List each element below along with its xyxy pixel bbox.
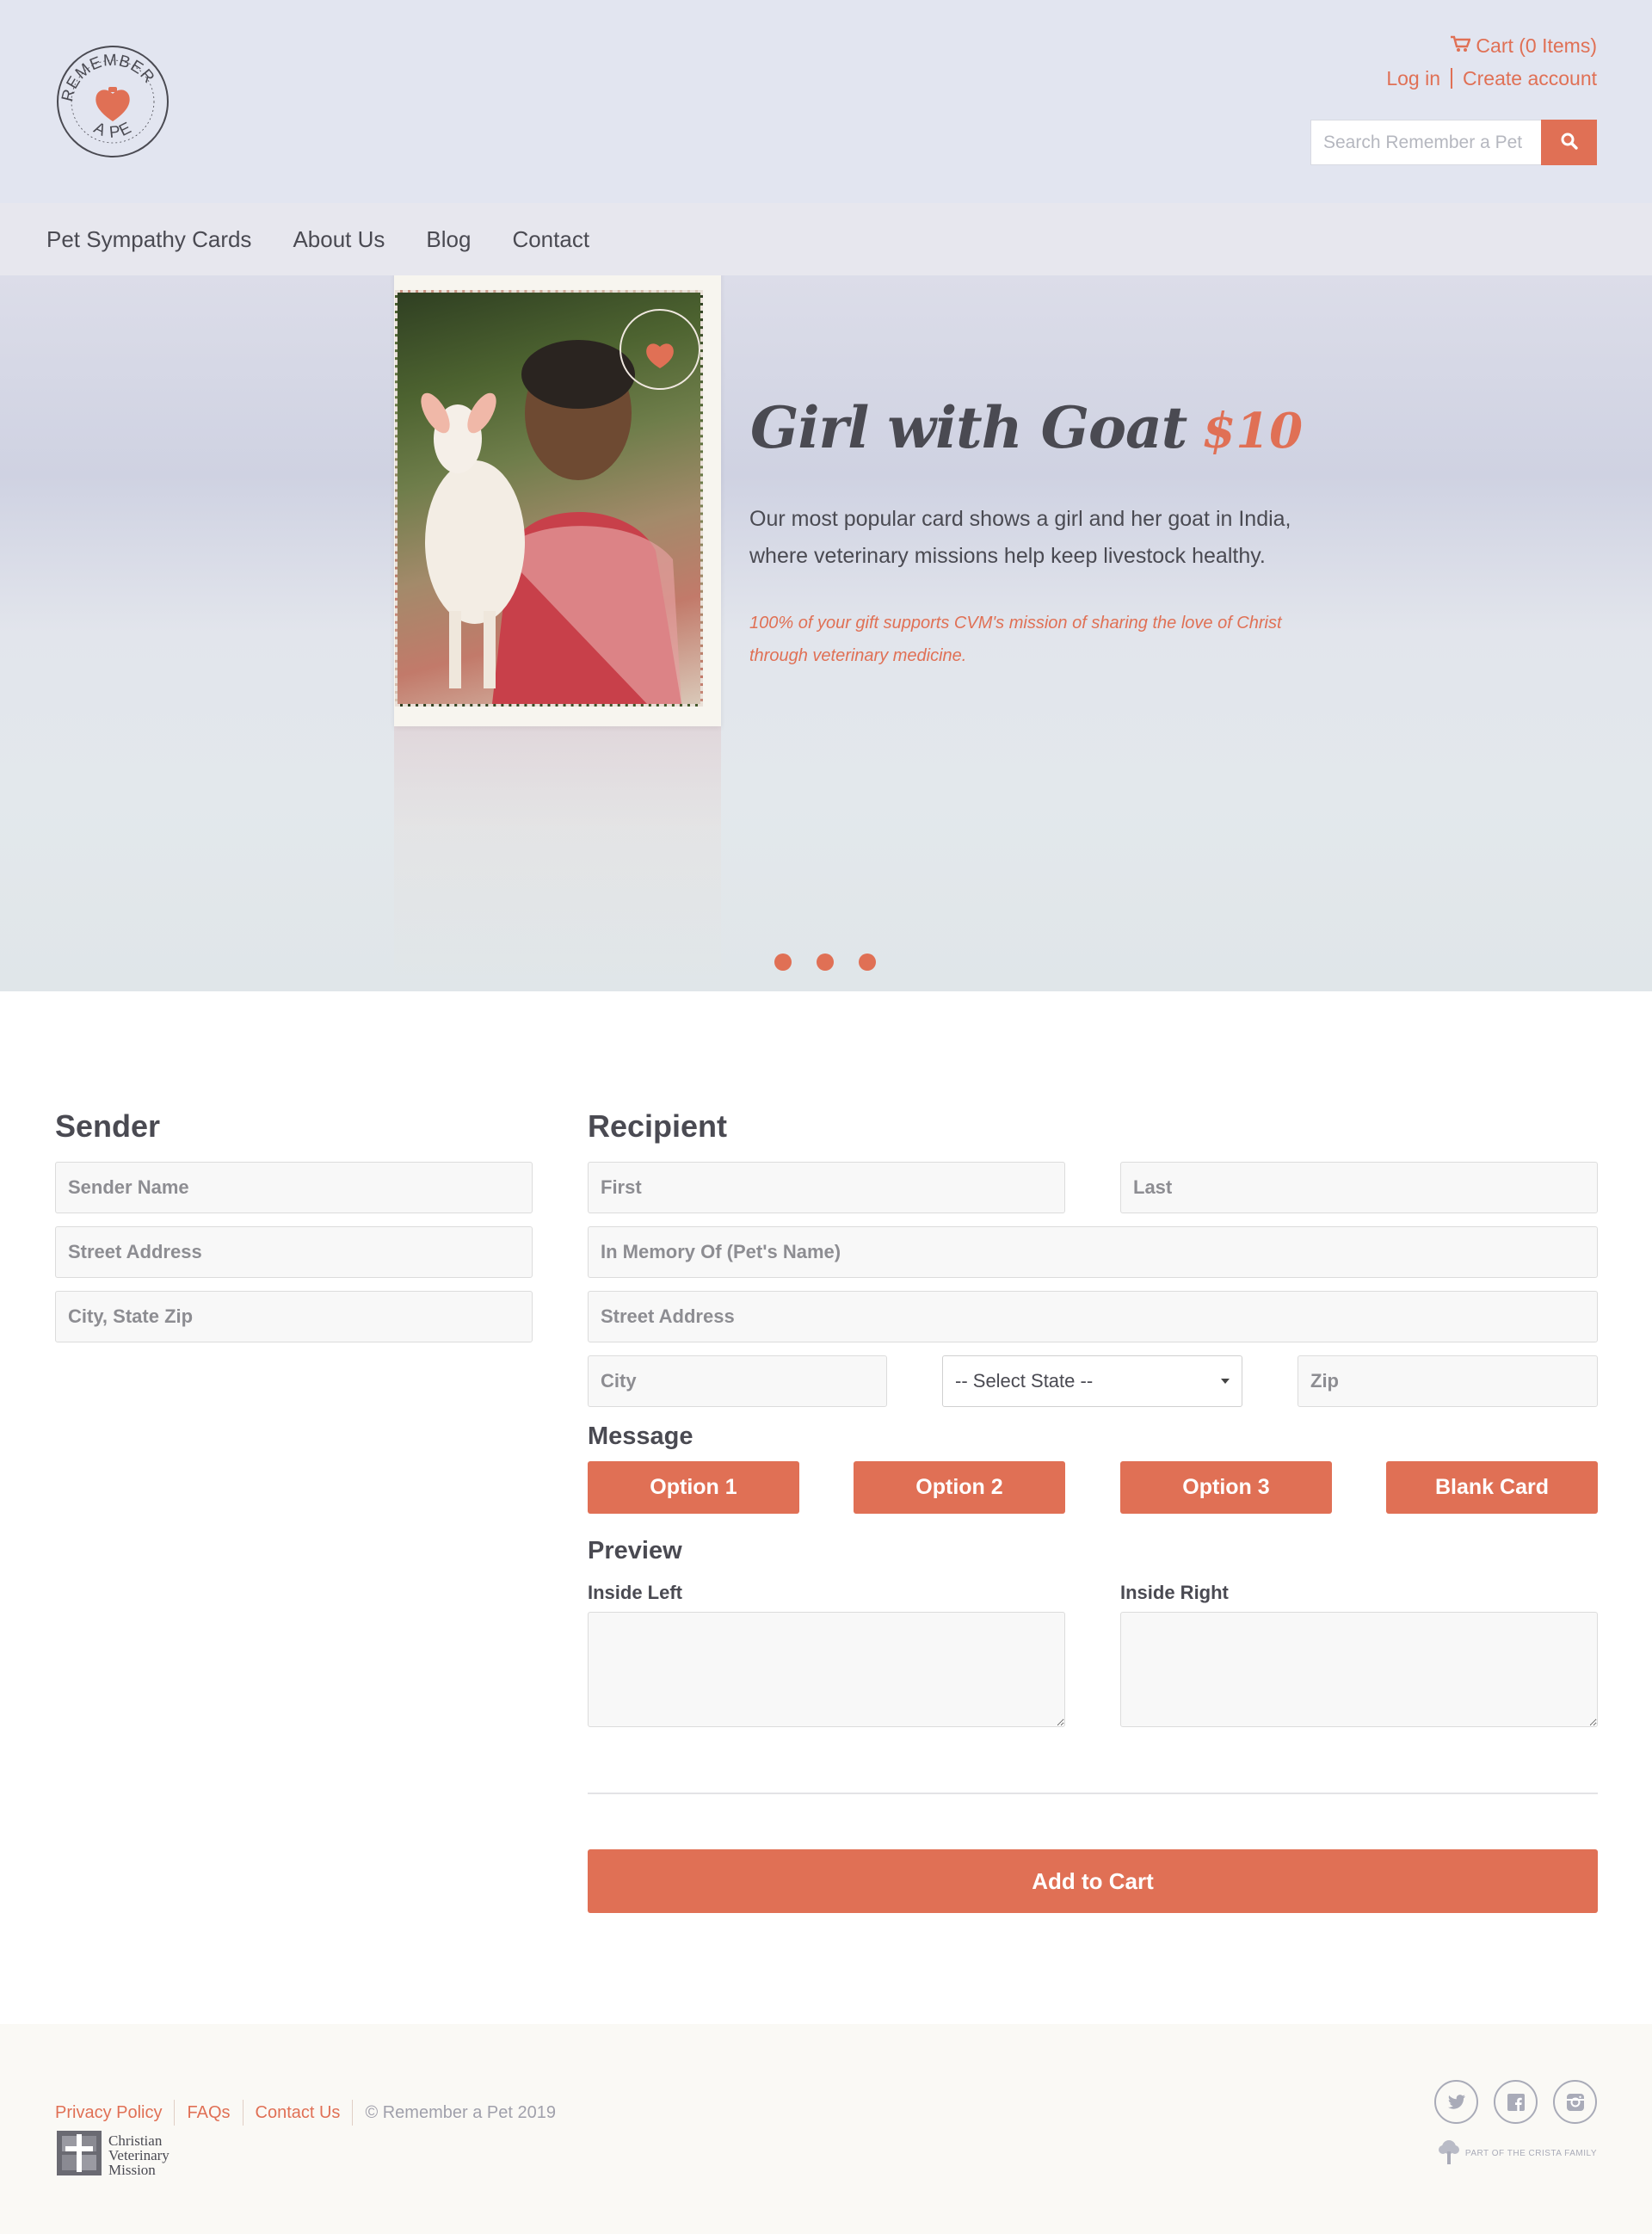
facebook-icon[interactable] (1494, 2080, 1538, 2124)
faqs-link[interactable]: FAQs (187, 2103, 230, 2123)
nav-item-blog[interactable]: Blog (426, 226, 471, 253)
girl-with-goat-illustration (421, 309, 700, 704)
message-option-2-button[interactable]: Option 2 (854, 1461, 1065, 1514)
carousel-dot-1[interactable] (774, 953, 792, 971)
remember-a-pet-logo[interactable]: REMEMBER A PET (49, 30, 170, 159)
cart-icon (1450, 29, 1472, 62)
nav-item-contact[interactable]: Contact (512, 226, 589, 253)
crista-tree-icon (1438, 2139, 1460, 2168)
site-footer: Privacy Policy FAQs Contact Us © Remembe… (0, 2024, 1652, 2234)
sender-street-field[interactable] (55, 1226, 533, 1278)
contact-us-link[interactable]: Contact Us (256, 2103, 341, 2123)
hero-description: Our most popular card shows a girl and h… (749, 507, 1291, 568)
cvm-emblem-icon (55, 2129, 103, 2182)
recipient-zip-field[interactable] (1298, 1355, 1598, 1407)
site-header: REMEMBER A PET Cart (0 Items) Log in Cre… (0, 0, 1652, 203)
create-account-link[interactable]: Create account (1463, 62, 1597, 95)
footer-separator (174, 2100, 176, 2126)
instagram-icon[interactable] (1553, 2080, 1597, 2124)
add-to-cart-button[interactable]: Add to Cart (588, 1849, 1598, 1913)
card-photo (395, 290, 703, 707)
footer-links: Privacy Policy FAQs Contact Us © Remembe… (55, 2100, 556, 2126)
search-icon (1560, 132, 1579, 153)
cvm-wordmark: Christian Veterinary Mission (108, 2132, 170, 2178)
sympathy-card[interactable] (394, 275, 721, 726)
message-heading: Message (588, 1422, 693, 1450)
crista-text: PART OF THE CRISTA FAMILY (1464, 2149, 1597, 2158)
privacy-policy-link[interactable]: Privacy Policy (55, 2103, 162, 2123)
message-option-1-button[interactable]: Option 1 (588, 1461, 799, 1514)
crista-family-badge[interactable]: PART OF THE CRISTA FAMILY (1438, 2139, 1597, 2168)
card-reflection (394, 726, 721, 991)
footer-separator (352, 2100, 354, 2126)
inside-right-label: Inside Right (1120, 1582, 1229, 1603)
copyright: © Remember a Pet 2019 (365, 2102, 556, 2122)
recipient-city-field[interactable] (588, 1355, 887, 1407)
search-input[interactable] (1310, 120, 1541, 165)
main-nav: Pet Sympathy Cards About Us Blog Contact (0, 203, 1652, 275)
cvm-logo[interactable]: Christian Veterinary Mission (55, 2129, 170, 2182)
sender-heading: Sender (55, 1108, 161, 1144)
search-bar (1310, 120, 1597, 165)
state-select-value: -- Select State -- (955, 1370, 1094, 1392)
preview-heading: Preview (588, 1537, 682, 1564)
carousel-dot-2[interactable] (817, 953, 834, 971)
nav-item-about-us[interactable]: About Us (293, 226, 385, 253)
recipient-first-name-field[interactable] (588, 1162, 1065, 1213)
account-links: Cart (0 Items) Log in Create account (1386, 29, 1597, 95)
carousel-dots (774, 953, 876, 971)
inside-left-label: Inside Left (588, 1582, 683, 1603)
recipient-street-field[interactable] (588, 1291, 1598, 1342)
chevron-down-icon (1221, 1379, 1230, 1384)
in-memory-of-field[interactable] (588, 1226, 1598, 1278)
inside-left-preview[interactable] (588, 1612, 1065, 1727)
sender-name-field[interactable] (55, 1162, 533, 1213)
hero-title: Girl with Goat (750, 394, 1187, 461)
cart-link[interactable]: Cart (0 Items) (1450, 29, 1597, 62)
link-separator (1451, 68, 1453, 89)
blank-card-button[interactable]: Blank Card (1386, 1461, 1598, 1514)
hero-carousel: Girl with Goat $10 Our most popular card… (0, 275, 1652, 991)
hero-title-row: Girl with Goat $10 (750, 394, 1303, 461)
form-divider (588, 1793, 1598, 1794)
sender-city-state-zip-field[interactable] (55, 1291, 533, 1342)
social-links (1434, 2080, 1597, 2124)
nav-item-pet-sympathy-cards[interactable]: Pet Sympathy Cards (46, 226, 251, 253)
cart-label: Cart (0 Items) (1476, 34, 1597, 57)
message-option-3-button[interactable]: Option 3 (1120, 1461, 1332, 1514)
recipient-heading: Recipient (588, 1108, 728, 1144)
carousel-dot-3[interactable] (859, 953, 876, 971)
twitter-icon[interactable] (1434, 2080, 1478, 2124)
login-link[interactable]: Log in (1386, 62, 1440, 95)
search-button[interactable] (1541, 120, 1597, 165)
inside-right-preview[interactable] (1120, 1612, 1598, 1727)
recipient-last-name-field[interactable] (1120, 1162, 1598, 1213)
state-select[interactable]: -- Select State -- (942, 1355, 1242, 1407)
hero-note: 100% of your gift supports CVM's mission… (749, 614, 1282, 665)
hero-price: $10 (1202, 403, 1304, 460)
